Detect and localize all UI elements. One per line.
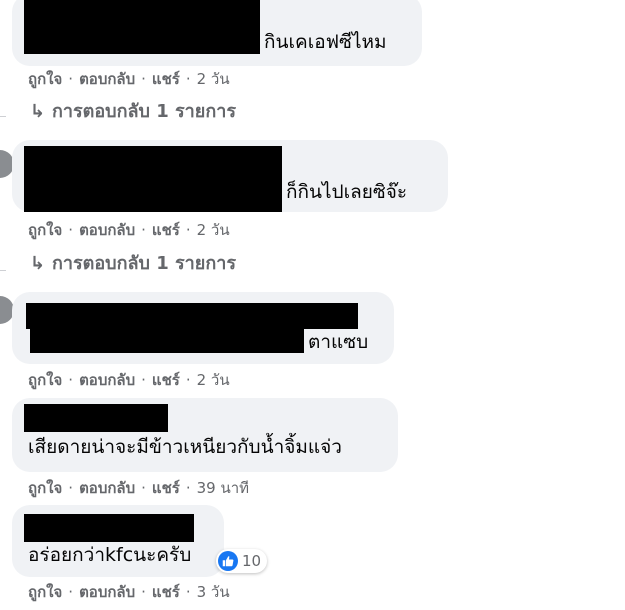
share-button[interactable]: แชร์ [152, 221, 180, 239]
comment-text: เสียดายน่าจะมีข้าวเหนียวกับน้ำจิ้มแจ่ว [28, 436, 342, 458]
redacted-author-name [24, 146, 282, 212]
view-replies-label: การตอบกลับ 1 รายการ [52, 101, 237, 122]
view-replies-label: การตอบกลับ 1 รายการ [52, 253, 237, 274]
comment-text: อร่อยกว่าkfcนะครับ [28, 544, 192, 566]
divider [0, 116, 6, 117]
comment-text: ตาแซบ [308, 331, 369, 353]
like-button[interactable]: ถูกใจ [28, 221, 62, 239]
like-button[interactable]: ถูกใจ [28, 70, 62, 88]
share-button[interactable]: แชร์ [152, 70, 180, 88]
reply-button[interactable]: ตอบกลับ [79, 371, 135, 389]
comment-actions: ถูกใจ · ตอบกลับ · แชร์ · 3 วัน [28, 583, 230, 601]
reply-arrow-icon: ↳ [30, 101, 46, 122]
reply-arrow-icon: ↳ [30, 253, 46, 274]
comment-text: ก็กินไปเลยซิจ๊ะ [286, 181, 408, 203]
redacted-author-name [24, 514, 194, 542]
comment-actions: ถูกใจ · ตอบกลับ · แชร์ · 2 วัน [28, 221, 230, 239]
comment-timestamp[interactable]: 2 วัน [197, 371, 230, 389]
like-reaction-icon [218, 551, 238, 571]
like-button[interactable]: ถูกใจ [28, 479, 62, 497]
view-replies-link[interactable]: ↳ การตอบกลับ 1 รายการ [30, 101, 236, 123]
comment-timestamp[interactable]: 2 วัน [197, 221, 230, 239]
reaction-count: 10 [242, 552, 262, 570]
comment-timestamp[interactable]: 2 วัน [197, 70, 230, 88]
reply-button[interactable]: ตอบกลับ [79, 70, 135, 88]
comment-actions: ถูกใจ · ตอบกลับ · แชร์ · 2 วัน [28, 70, 230, 88]
share-button[interactable]: แชร์ [152, 583, 180, 601]
comment-timestamp[interactable]: 39 นาที [197, 479, 249, 497]
redacted-author-name [24, 0, 260, 54]
comment-text: กินเคเอฟซีไหม [264, 31, 387, 53]
view-replies-link[interactable]: ↳ การตอบกลับ 1 รายการ [30, 253, 236, 275]
redacted-author-name [30, 323, 304, 353]
comment-timestamp[interactable]: 3 วัน [197, 583, 230, 601]
like-button[interactable]: ถูกใจ [28, 371, 62, 389]
comment-actions: ถูกใจ · ตอบกลับ · แชร์ · 39 นาที [28, 479, 250, 497]
reply-button[interactable]: ตอบกลับ [79, 221, 135, 239]
comment-actions: ถูกใจ · ตอบกลับ · แชร์ · 2 วัน [28, 371, 230, 389]
reaction-count-badge[interactable]: 10 [216, 549, 268, 573]
share-button[interactable]: แชร์ [152, 371, 180, 389]
redacted-author-name [24, 404, 168, 432]
reply-button[interactable]: ตอบกลับ [79, 479, 135, 497]
like-button[interactable]: ถูกใจ [28, 583, 62, 601]
divider [0, 270, 6, 271]
share-button[interactable]: แชร์ [152, 479, 180, 497]
reply-button[interactable]: ตอบกลับ [79, 583, 135, 601]
